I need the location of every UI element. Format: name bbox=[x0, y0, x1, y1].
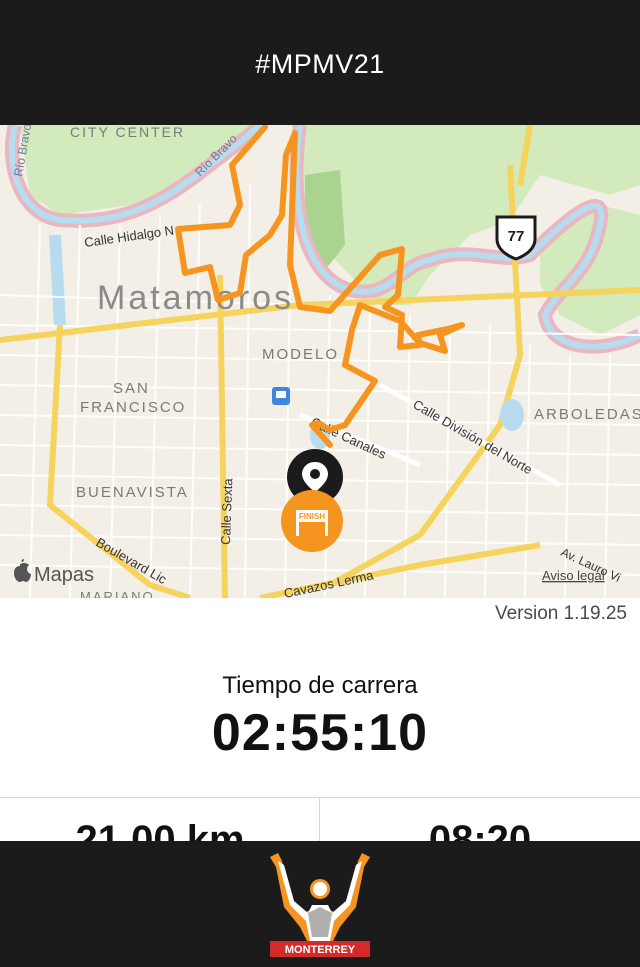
map-label-arboledas: ARBOLEDAS bbox=[534, 406, 640, 423]
map-label-san: SAN bbox=[113, 380, 150, 397]
race-time-label: Tiempo de carrera bbox=[222, 672, 418, 699]
map-label-mariano: MARIANO bbox=[80, 589, 155, 598]
runner-shirt bbox=[308, 907, 332, 937]
map-label-city-center: CITY CENTER bbox=[70, 125, 185, 140]
page-title: #MPMV21 bbox=[255, 49, 385, 79]
runner-face bbox=[313, 882, 327, 896]
brand-name: MONTERREY bbox=[285, 944, 356, 956]
apple-icon bbox=[14, 559, 31, 582]
map-canvas: 77 CITY CENTER Río Bravo Río Bravo Calle… bbox=[0, 125, 640, 598]
map-label-modelo: MODELO bbox=[262, 346, 339, 363]
maps-attribution-text: Mapas bbox=[34, 564, 94, 586]
route-map[interactable]: 77 CITY CENTER Río Bravo Río Bravo Calle… bbox=[0, 125, 640, 598]
finish-marker-icon[interactable]: FINISH bbox=[281, 490, 343, 552]
map-label-boulevard: Boulevard Lic bbox=[94, 535, 170, 588]
map-label-cavazos: Cavazos Lerma bbox=[283, 567, 376, 598]
legal-link[interactable]: Aviso legal bbox=[542, 568, 605, 583]
canal bbox=[49, 234, 66, 326]
svg-text:77: 77 bbox=[508, 228, 525, 245]
lake bbox=[500, 399, 524, 431]
app-version: Version 1.19.25 bbox=[494, 603, 627, 624]
map-label-francisco: FRANCISCO bbox=[80, 399, 186, 416]
race-time-value: 02:55:10 bbox=[211, 704, 429, 762]
map-label-buenavista: BUENAVISTA bbox=[76, 484, 189, 501]
finish-label: FINISH bbox=[299, 512, 325, 521]
map-label-matamoros: Matamoros bbox=[97, 279, 294, 317]
header-bar: #MPMV21 bbox=[0, 0, 640, 125]
maps-attribution[interactable]: Mapas bbox=[14, 559, 94, 586]
stats-divider bbox=[0, 797, 640, 798]
map-label-calle-sexta: Calle Sexta bbox=[218, 477, 235, 545]
highway-77-icon: 77 bbox=[495, 215, 537, 261]
monterrey-runner-logo: MONTERREY bbox=[270, 853, 370, 957]
bus-stop-icon bbox=[272, 387, 290, 405]
